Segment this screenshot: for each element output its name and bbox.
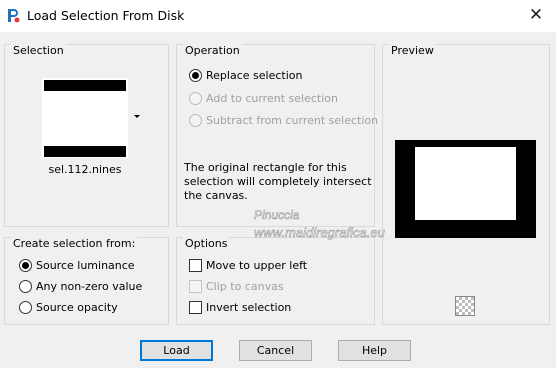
options-group-title: Options [183, 237, 230, 250]
subtract-from-selection-label: Subtract from current selection [206, 113, 379, 127]
load-button[interactable]: Load [140, 340, 213, 361]
close-icon: ✕ [528, 5, 544, 25]
any-non-zero-value-label: Any non-zero value [36, 279, 143, 293]
preview-canvas [395, 140, 536, 238]
selection-thumbnail[interactable] [42, 78, 128, 158]
radio-button-icon [189, 91, 202, 105]
title-bar: Load Selection From Disk ✕ [0, 0, 556, 32]
radio-button-icon [19, 258, 32, 272]
move-to-upper-left-checkbox[interactable]: Move to upper left [189, 257, 307, 273]
checkbox-icon [189, 279, 202, 293]
paintshop-app-icon [8, 9, 20, 23]
selection-group-title: Selection [11, 44, 66, 57]
preview-group-title: Preview [389, 44, 436, 57]
preview-selection-area [415, 147, 516, 220]
window-title: Load Selection From Disk [27, 8, 185, 23]
add-to-selection-label: Add to current selection [206, 91, 338, 105]
source-luminance-label: Source luminance [36, 258, 135, 272]
clip-to-canvas-checkbox[interactable]: Clip to canvas [189, 278, 284, 294]
selection-group: Selection sel.112.nines [4, 44, 169, 227]
help-button[interactable]: Help [338, 340, 411, 361]
checkbox-icon [189, 258, 202, 272]
radio-button-icon [19, 279, 32, 293]
selection-dropdown-arrow-icon[interactable] [134, 115, 140, 118]
operation-group-title: Operation [183, 44, 242, 57]
cancel-button[interactable]: Cancel [239, 340, 312, 361]
invert-selection-label: Invert selection [206, 300, 292, 314]
thumbnail-top-bar [44, 80, 126, 91]
source-luminance-radio[interactable]: Source luminance [19, 257, 135, 273]
invert-selection-checkbox[interactable]: Invert selection [189, 299, 291, 315]
selection-filename: sel.112.nines [48, 163, 122, 176]
create-from-group-title: Create selection from: [11, 237, 138, 250]
transparency-checker-icon[interactable] [455, 296, 475, 316]
thumbnail-bottom-bar [44, 146, 126, 157]
replace-selection-label: Replace selection [206, 68, 303, 82]
checkbox-icon [189, 300, 202, 314]
close-button[interactable]: ✕ [524, 4, 548, 28]
move-to-upper-left-label: Move to upper left [206, 258, 308, 272]
replace-selection-radio[interactable]: Replace selection [189, 67, 302, 83]
clip-to-canvas-label: Clip to canvas [206, 279, 284, 293]
source-opacity-radio[interactable]: Source opacity [19, 299, 118, 315]
add-to-selection-radio[interactable]: Add to current selection [189, 90, 338, 106]
radio-button-icon [189, 68, 202, 82]
radio-button-icon [19, 300, 32, 314]
operation-info-text: The original rectangle for this selectio… [184, 161, 372, 202]
source-opacity-label: Source opacity [36, 300, 118, 314]
radio-button-icon [189, 113, 202, 127]
subtract-from-selection-radio[interactable]: Subtract from current selection [189, 112, 378, 128]
any-non-zero-value-radio[interactable]: Any non-zero value [19, 278, 142, 294]
